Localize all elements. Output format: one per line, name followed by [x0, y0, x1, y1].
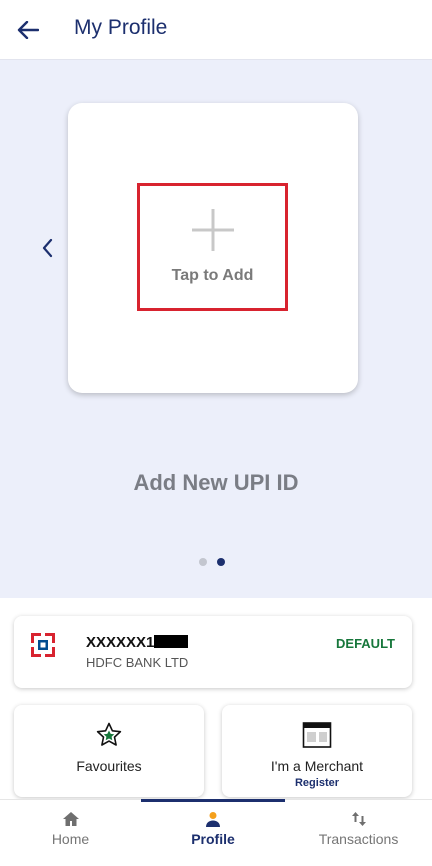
add-upi-card[interactable]: Tap to Add [68, 103, 358, 393]
nav-profile-label: Profile [191, 831, 235, 847]
redaction-block [154, 635, 189, 648]
carousel-pagination [199, 558, 225, 566]
favourites-label: Favourites [76, 758, 142, 774]
favourites-tile[interactable]: Favourites [14, 705, 204, 797]
arrow-left-icon [17, 21, 39, 39]
account-number-text: XXXXXX1 [86, 634, 155, 651]
add-upi-caption: Add New UPI ID [133, 470, 299, 495]
bottom-navigation: Home Profile Transactions [0, 799, 432, 866]
page-title: My Profile [74, 16, 168, 39]
pagination-dot[interactable] [199, 558, 207, 566]
nav-transactions[interactable]: Transactions [285, 800, 432, 866]
merchant-label: I'm a Merchant [270, 758, 364, 774]
plus-icon [191, 208, 235, 252]
pagination-dot-active[interactable] [217, 558, 225, 566]
nav-home-label: Home [51, 831, 90, 847]
app-bar: My Profile [0, 0, 432, 60]
tap-to-add-label: Tap to Add [171, 267, 254, 284]
hdfc-logo-icon [31, 633, 55, 657]
home-icon [62, 811, 80, 827]
bank-name: HDFC BANK LTD [86, 655, 189, 670]
chevron-left-icon [42, 238, 53, 258]
tap-to-add-area[interactable]: Tap to Add [137, 183, 288, 311]
store-icon [222, 721, 412, 749]
account-number: XXXXXX1 [86, 634, 189, 651]
default-badge: DEFAULT [336, 636, 395, 651]
back-button[interactable] [12, 14, 44, 46]
merchant-tile[interactable]: I'm a Merchant Register [222, 705, 412, 797]
person-icon [204, 811, 222, 827]
upi-carousel: Tap to Add Add New UPI ID [0, 60, 432, 598]
nav-profile[interactable]: Profile [141, 800, 285, 866]
nav-home[interactable]: Home [0, 800, 141, 866]
transfer-arrows-icon [350, 811, 368, 827]
merchant-register-link[interactable]: Register [222, 777, 412, 789]
star-icon [14, 721, 204, 749]
bank-account-card[interactable]: XXXXXX1 HDFC BANK LTD DEFAULT [14, 616, 412, 688]
carousel-prev-button[interactable] [36, 233, 58, 263]
nav-transactions-label: Transactions [318, 831, 399, 847]
